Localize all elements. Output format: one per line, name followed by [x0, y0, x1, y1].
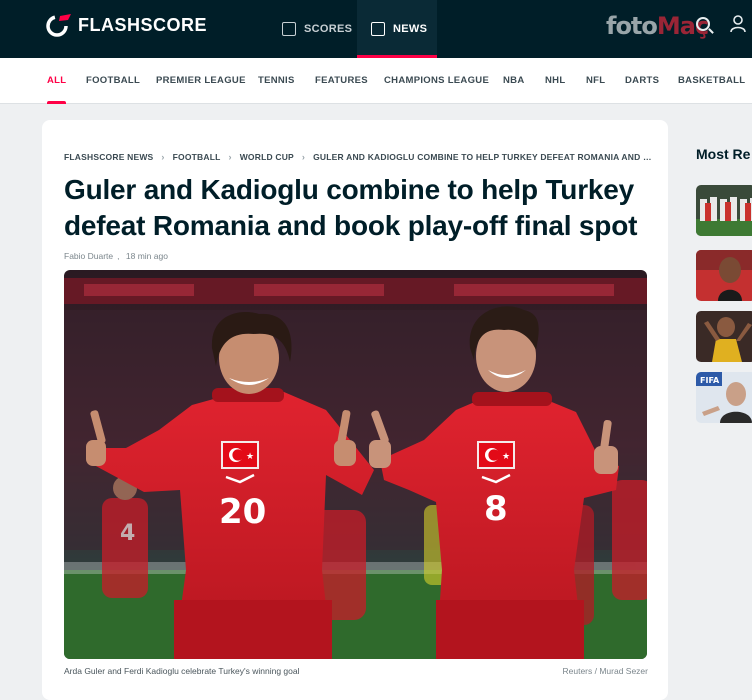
most-read-thumbnail[interactable]: [696, 311, 752, 362]
fotomac-watermark: fotoMaç: [606, 12, 709, 40]
flashscore-logo-icon: [46, 14, 71, 37]
breadcrumb-item[interactable]: FLASHSCORE NEWS: [64, 152, 153, 162]
image-credit: Reuters / Murad Sezer: [562, 666, 648, 676]
image-caption: Arda Guler and Ferdi Kadioglu celebrate …: [64, 666, 300, 676]
tab-nba[interactable]: NBA: [503, 58, 524, 104]
svg-text:FIFA: FIFA: [700, 376, 720, 385]
tab-features[interactable]: FEATURES: [315, 58, 368, 104]
svg-text:★: ★: [246, 452, 254, 462]
byline: Fabio Duarte, 18 min ago: [64, 251, 168, 261]
user-icon[interactable]: [730, 15, 746, 33]
most-read-title: Most Re: [696, 146, 751, 162]
search-icon[interactable]: [696, 17, 710, 31]
tab-all[interactable]: ALL: [47, 58, 67, 104]
bg-jersey-number: 4: [120, 521, 135, 546]
scoreboard-icon: [282, 22, 296, 36]
top-bar: FLASHSCORE SCORES NEWS fotoMaç: [0, 0, 752, 58]
author-name[interactable]: Fabio Duarte: [64, 251, 113, 261]
left-jersey-number: 20: [219, 492, 266, 532]
player-portrait-thumbnail: [696, 250, 752, 301]
tab-nhl[interactable]: NHL: [545, 58, 565, 104]
publish-time: 18 min ago: [125, 251, 168, 261]
tab-tennis[interactable]: TENNIS: [258, 58, 295, 104]
news-icon: [371, 22, 385, 36]
chevron-right-icon: ›: [228, 152, 232, 162]
celebration-photo: 4 ★ 20 ★ 8: [64, 270, 647, 659]
nav-news[interactable]: NEWS: [357, 0, 437, 58]
chevron-right-icon: ›: [301, 152, 306, 162]
article-title: Guler and Kadioglu combine to help Turke…: [64, 174, 638, 241]
article-hero-image[interactable]: 4 ★ 20 ★ 8: [64, 270, 647, 659]
most-read-thumbnail[interactable]: FIFA: [696, 372, 752, 423]
category-tabs: ALL FOOTBALL PREMIER LEAGUE TENNIS FEATU…: [0, 58, 752, 104]
breadcrumb-item[interactable]: FOOTBALL: [173, 152, 221, 162]
press-conference-thumbnail: FIFA: [696, 372, 752, 423]
nav-news-label: NEWS: [393, 23, 428, 35]
chevron-right-icon: ›: [161, 152, 165, 162]
article-card: FLASHSCORE NEWS › FOOTBALL › WORLD CUP ›…: [42, 120, 668, 700]
tab-champions-league[interactable]: CHAMPIONS LEAGUE: [384, 58, 489, 104]
team-photo-thumbnail: [696, 185, 752, 236]
breadcrumb-current: GULER AND KADIOGLU COMBINE TO HELP TURKE…: [313, 152, 654, 162]
tab-basketball[interactable]: BASKETBALL: [678, 58, 745, 104]
nav-scores[interactable]: SCORES: [282, 0, 352, 58]
most-read-thumbnail[interactable]: [696, 250, 752, 301]
breadcrumb: FLASHSCORE NEWS › FOOTBALL › WORLD CUP ›…: [64, 152, 654, 162]
player-celebration-thumbnail: [696, 311, 752, 362]
tab-premier-league[interactable]: PREMIER LEAGUE: [156, 58, 246, 104]
svg-text:★: ★: [502, 452, 510, 462]
flashscore-logo[interactable]: FLASHSCORE: [44, 12, 207, 38]
brand-name: FLASHSCORE: [78, 14, 208, 35]
breadcrumb-item[interactable]: WORLD CUP: [240, 152, 294, 162]
tab-darts[interactable]: DARTS: [625, 58, 659, 104]
nav-scores-label: SCORES: [304, 23, 353, 35]
most-read-thumbnail[interactable]: [696, 185, 752, 236]
tab-nfl[interactable]: NFL: [586, 58, 605, 104]
right-jersey-number: 8: [484, 489, 508, 529]
tab-football[interactable]: FOOTBALL: [86, 58, 140, 104]
